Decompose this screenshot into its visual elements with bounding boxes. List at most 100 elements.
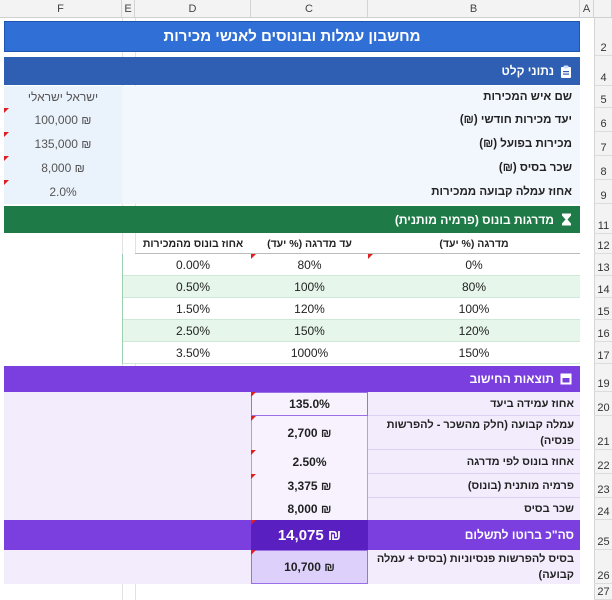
row-header[interactable]: 25 xyxy=(594,520,612,550)
row-label: 11 xyxy=(597,220,610,232)
result-label-base-salary: שכר בסיס xyxy=(524,503,574,515)
input-base-salary[interactable]: ₪ 8,000 xyxy=(4,156,122,180)
input-label-name: שם איש המכירות xyxy=(483,91,572,103)
comment-indicator[interactable] xyxy=(4,156,9,161)
tier-to-cell[interactable]: 120% xyxy=(251,298,368,320)
row-label: 19 xyxy=(597,378,610,390)
row-header[interactable]: 6 xyxy=(594,108,612,132)
input-salesperson-name[interactable]: ישראל ישראלי xyxy=(4,86,122,108)
column-header-a[interactable]: A xyxy=(580,0,594,18)
comment-indicator[interactable] xyxy=(251,450,256,455)
row-header[interactable]: 7 xyxy=(594,132,612,156)
row-header[interactable]: 9 xyxy=(594,180,612,204)
row-header[interactable]: 17 xyxy=(594,342,612,364)
input-section-header[interactable]: נתוני קלט xyxy=(4,57,580,85)
tier-rate-cell[interactable]: 1.50% xyxy=(135,298,251,320)
tier-rate-cell[interactable]: 0.00% xyxy=(135,254,251,276)
tier-to-cell[interactable]: 100% xyxy=(251,276,368,298)
tier-to-cell[interactable]: 150% xyxy=(251,320,368,342)
section-title: תוצאות החישוב xyxy=(469,372,554,386)
row-header[interactable]: 13 xyxy=(594,254,612,276)
result-label-bonus-rate: אחוז בונוס לפי מדרגה xyxy=(368,450,580,474)
row-label: 24 xyxy=(597,506,610,518)
tier-to-cell[interactable]: 80% xyxy=(251,254,368,276)
pension-value[interactable]: ₪ 10,700 xyxy=(251,550,368,584)
page-title[interactable]: מחשבון עמלות ובונוסים לאנשי מכירות xyxy=(4,21,580,52)
column-header-d[interactable]: D xyxy=(135,0,251,18)
comment-indicator[interactable] xyxy=(4,132,9,137)
comment-indicator[interactable] xyxy=(368,254,373,259)
column-header-f[interactable]: F xyxy=(0,0,122,18)
row-header[interactable]: 21 xyxy=(594,416,612,450)
row-label: 27 xyxy=(597,586,610,598)
row-header[interactable]: 22 xyxy=(594,450,612,474)
row-header[interactable]: 2 xyxy=(594,18,612,56)
tier-rate-cell[interactable]: 0.50% xyxy=(135,276,251,298)
tier-from-cell[interactable]: 80% xyxy=(368,276,580,298)
comment-indicator[interactable] xyxy=(251,392,256,397)
row-label: 7 xyxy=(600,142,607,154)
row-label: 12 xyxy=(597,240,610,252)
total-label: סה"כ ברוטו לתשלום xyxy=(464,528,574,542)
comment-indicator[interactable] xyxy=(251,474,256,479)
tier-from-cell[interactable]: 0% xyxy=(368,254,580,276)
row-header[interactable]: 20 xyxy=(594,392,612,416)
results-section-header[interactable]: תוצאות החישוב xyxy=(4,366,580,392)
row-header[interactable]: 23 xyxy=(594,474,612,498)
select-all-corner[interactable] xyxy=(594,0,612,18)
input-actual-sales[interactable]: ₪ 135,000 xyxy=(4,132,122,156)
result-fixed-commission-value[interactable]: ₪ 2,700 xyxy=(251,416,368,450)
tier-rate-cell[interactable]: 2.50% xyxy=(135,320,251,342)
row-header[interactable]: 24 xyxy=(594,498,612,520)
input-label-actual-sales: מכירות בפועל (₪) xyxy=(479,138,572,150)
total-value[interactable]: ₪ 14,075 xyxy=(251,520,368,550)
result-label-attainment: אחוז עמידה ביעד xyxy=(368,392,580,416)
comment-indicator[interactable] xyxy=(251,550,256,555)
column-header-e[interactable]: E xyxy=(122,0,135,18)
row-label: 22 xyxy=(597,460,610,472)
row-header[interactable]: 16 xyxy=(594,320,612,342)
row-header[interactable]: 11 xyxy=(594,204,612,234)
input-label-base-salary: שכר בסיס (₪) xyxy=(498,162,572,174)
result-base-salary-value[interactable]: ₪ 8,000 xyxy=(251,498,368,520)
row-label: 23 xyxy=(597,484,610,496)
tier-from-cell[interactable]: 150% xyxy=(368,342,580,364)
row-header[interactable]: 19 xyxy=(594,364,612,392)
row-label: 15 xyxy=(597,306,610,318)
row-label: 16 xyxy=(597,328,610,340)
comment-indicator[interactable] xyxy=(4,108,9,113)
comment-indicator[interactable] xyxy=(251,520,256,525)
clipboard-icon xyxy=(560,65,572,78)
row-label: 9 xyxy=(600,190,607,202)
row-header[interactable]: 14 xyxy=(594,276,612,298)
row-header[interactable]: 15 xyxy=(594,298,612,320)
row-header[interactable]: 27 xyxy=(594,584,612,600)
input-commission-rate[interactable]: 2.0% xyxy=(4,180,122,204)
pension-label: בסיס להפרשות פנסיוניות (בסיס + עמלה קבוע… xyxy=(376,553,574,581)
result-attainment-value[interactable]: 135.0% xyxy=(251,392,368,416)
tier-to-cell[interactable]: 1000% xyxy=(251,342,368,364)
column-label: F xyxy=(57,2,64,15)
input-monthly-target[interactable]: ₪ 100,000 xyxy=(4,108,122,132)
result-bonus-rate-value[interactable]: 2.50% xyxy=(251,450,368,474)
box-icon xyxy=(560,373,572,385)
comment-indicator[interactable] xyxy=(251,416,256,421)
tier-rate-cell[interactable]: 3.50% xyxy=(135,342,251,364)
row-label: 20 xyxy=(597,402,610,414)
result-label-bonus: פרמיה מותנית (בונוס) xyxy=(368,474,580,498)
comment-indicator[interactable] xyxy=(4,180,9,185)
comment-indicator[interactable] xyxy=(251,254,256,259)
row-label: 4 xyxy=(600,72,607,84)
tier-from-cell[interactable]: 100% xyxy=(368,298,580,320)
tier-from-cell[interactable]: 120% xyxy=(368,320,580,342)
column-header-b[interactable]: B xyxy=(368,0,580,18)
row-header[interactable]: 8 xyxy=(594,156,612,180)
tiers-section-header[interactable]: מדרגות בונוס (פרמיה מותנית) xyxy=(4,206,580,233)
result-bonus-value[interactable]: ₪ 3,375 xyxy=(251,474,368,498)
row-header[interactable]: 12 xyxy=(594,234,612,254)
column-header-c[interactable]: C xyxy=(251,0,368,18)
row-header[interactable]: 5 xyxy=(594,86,612,108)
row-header[interactable]: 4 xyxy=(594,56,612,86)
row-header[interactable]: 26 xyxy=(594,550,612,584)
input-label-target: יעד מכירות חודשי (₪) xyxy=(459,114,572,126)
